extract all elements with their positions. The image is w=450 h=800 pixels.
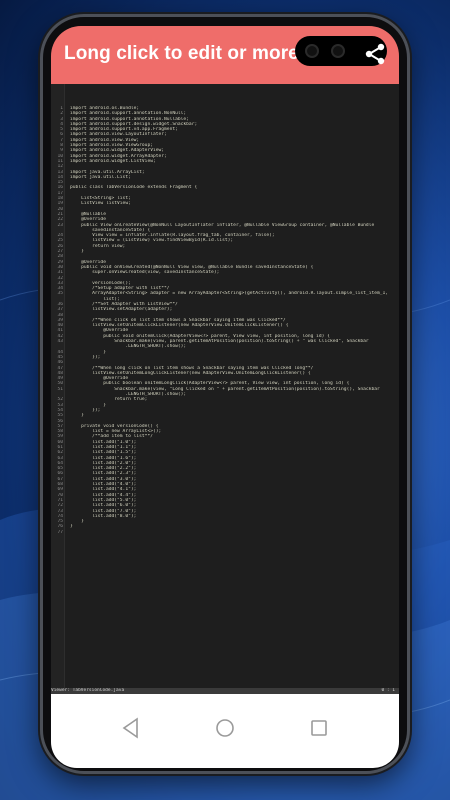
line-text: import android.support.annotation.Nullab… [70, 116, 189, 122]
line-text: @Override [70, 376, 129, 382]
home-circle-icon[interactable] [211, 714, 239, 742]
line-text: /*Setup adapter with list**/ [70, 286, 170, 292]
line-text: /**When click on list item shows a Snack… [70, 317, 286, 323]
line-text: import java.util.ArrayList; [70, 169, 145, 175]
status-file-name: Viewer: TabVersionCode.java [51, 688, 125, 693]
line-text: public boolean onItemLongClick(AdapterVi… [70, 381, 350, 387]
line-text: public View onCreateView(@NonNull Layout… [70, 222, 375, 228]
line-text: Snackbar.make(view, "Long Clicked on " +… [70, 386, 380, 392]
line-text: listView.setOnItemClickListener(new Adap… [70, 323, 289, 329]
line-text: list.add("7.0"); [70, 508, 137, 514]
line-text: listView = (ListView) view.findViewById(… [70, 238, 234, 244]
line-text: savedInstanceState) { [70, 227, 151, 233]
line-text: import android.view.View; [70, 137, 140, 143]
line-text: list.add("1.1"); [70, 445, 137, 450]
line-text: /**When long click on list item shows a … [70, 365, 314, 371]
line-text: } [70, 249, 84, 255]
line-text: } [70, 413, 84, 419]
line-text: ArrayAdapter<String> adapter = new Array… [70, 291, 389, 297]
line-text: import android.view.LayoutInflater; [70, 132, 167, 138]
line-text: list.add("5.0"); [70, 497, 137, 503]
line-text: import android.widget.ListView; [70, 158, 156, 164]
line-text: View view = inflater.inflate(R.layout.fr… [70, 233, 275, 239]
line-text: Snackbar.make(view, parent.getItemAtPosi… [70, 339, 369, 345]
code-editor[interactable]: 1 import android.os.Bundle; 2 import androi… [51, 84, 399, 688]
line-text: } [70, 519, 84, 525]
code-line: 77 [51, 530, 399, 535]
line-text: } [70, 524, 73, 530]
line-text: } [70, 349, 106, 355]
recent-square-icon[interactable] [305, 714, 333, 742]
line-text: .LENGTH_SHORT).show(); [70, 392, 187, 398]
line-text: list.add("4.0"); [70, 482, 137, 488]
line-text: import android.view.ViewGroup; [70, 143, 153, 149]
line-text: super.onViewCreated(view, savedInstanceS… [70, 270, 220, 276]
line-text: /**add item to list**/ [70, 434, 153, 440]
line-text: list); [70, 296, 120, 302]
line-text: list.add("1.5"); [70, 450, 137, 456]
line-text: return true; [70, 397, 148, 403]
line-number: 77 [57, 529, 63, 535]
line-text: listView.setOnItemLongClickListener(new … [70, 370, 311, 376]
line-text: import android.widget.ArrayAdapter; [70, 153, 167, 159]
code-lines: 1 import android.os.Bundle; 2 import androi… [51, 106, 399, 535]
line-text: List<String> list; [70, 196, 131, 202]
line-text: list = new ArrayList<>(); [70, 429, 162, 435]
line-text: import android.os.Bundle; [70, 106, 140, 111]
line-text: @Nullable [70, 211, 106, 217]
line-text: /**Set Adapter with ListView**/ [70, 301, 178, 307]
line-text: public void onItemClick(AdapterView<?> p… [70, 333, 330, 339]
line-text: list.add("8.0"); [70, 513, 137, 519]
line-text: list.add("2.0"); [70, 460, 137, 466]
line-text: import android.support.design.widget.Sna… [70, 121, 198, 127]
line-text: }); [70, 407, 101, 413]
line-text: listView.setAdapter(adapter); [70, 307, 173, 313]
line-text: public class TabVersionCode extends Frag… [70, 185, 198, 191]
line-text: }); [70, 354, 101, 360]
line-text: import android.widget.AdapterView; [70, 148, 165, 154]
line-text: versionCode(); [70, 280, 131, 286]
line-text: list.add("2.2"); [70, 466, 137, 472]
line-text: private void versionCode() { [70, 423, 159, 429]
line-text: public void onViewCreated(@NonNull View … [70, 264, 314, 270]
phone-screen: Long click to edit or more acc 1 import a… [51, 26, 399, 768]
line-text: list.add("1.0"); [70, 439, 137, 445]
line-text: .LENGTH_SHORT).show(); [70, 344, 187, 350]
line-text: ListView listView; [70, 201, 131, 207]
line-text: list.add("2.3"); [70, 471, 137, 477]
line-text: return view; [70, 243, 126, 249]
line-text: import android.support.v4.app.Fragment; [70, 127, 178, 133]
line-text: list.add("4.1"); [70, 487, 137, 493]
app-bar: Long click to edit or more acc [51, 26, 399, 84]
back-triangle-icon[interactable] [117, 714, 145, 742]
share-icon[interactable] [363, 42, 387, 66]
line-text: list.add("3.0"); [70, 476, 137, 482]
line-text: list.add("6.0"); [70, 503, 137, 509]
line-text: @Override [70, 217, 106, 223]
line-text: @Override [70, 259, 106, 265]
line-text: import android.support.annotation.NonNul… [70, 111, 187, 117]
camera-lens-icon [305, 44, 319, 58]
system-nav-bar [51, 694, 399, 768]
line-text: } [70, 402, 106, 408]
camera-lens-icon [331, 44, 345, 58]
line-text: import java.util.List; [70, 174, 131, 180]
line-text: list.add("1.6"); [70, 455, 137, 461]
line-text: list.add("4.4"); [70, 492, 137, 498]
line-text: @Override [70, 328, 129, 334]
